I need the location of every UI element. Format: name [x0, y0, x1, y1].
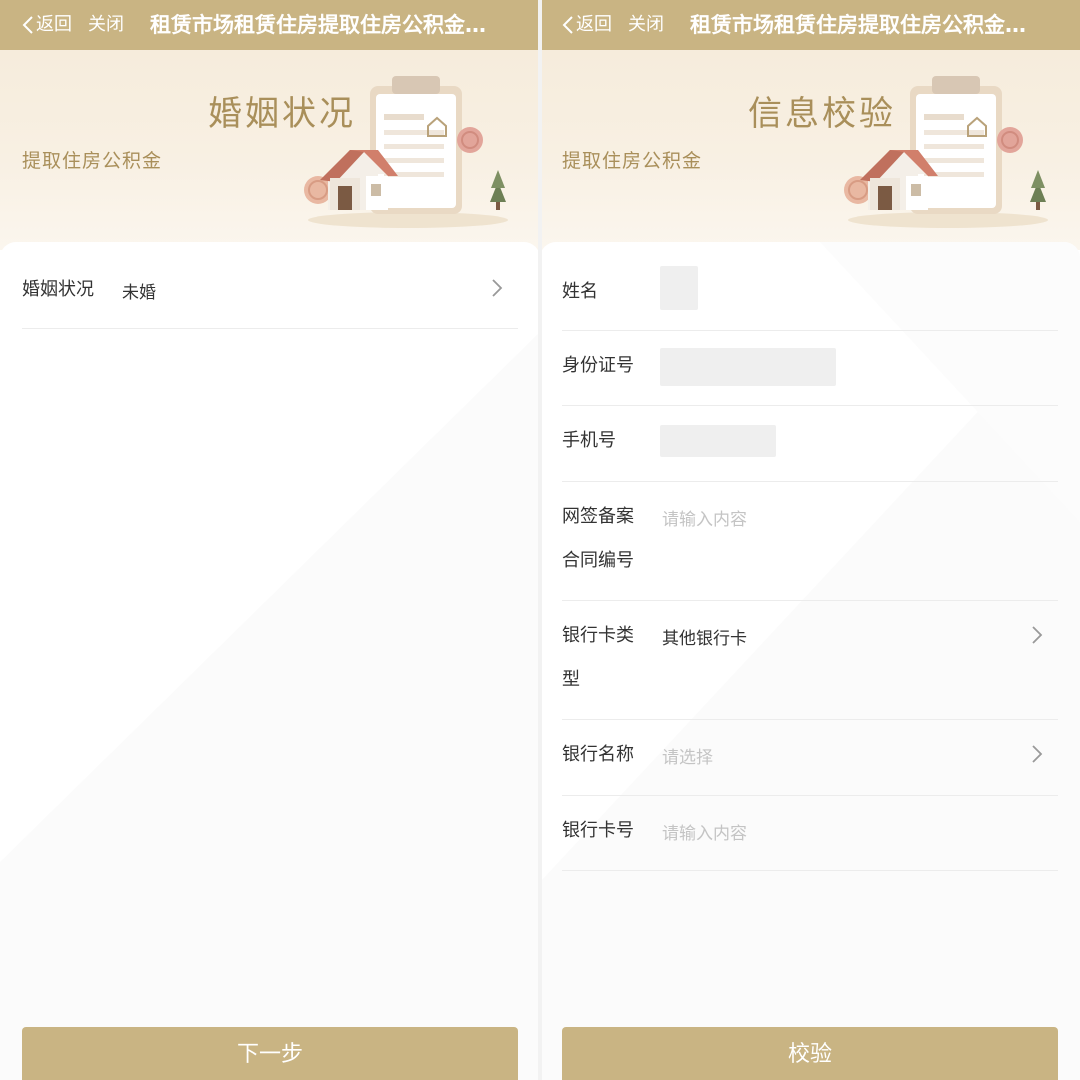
contract-label-line2: 合同编号	[562, 550, 634, 571]
chevron-right-icon	[492, 279, 503, 297]
clipboard-house-illustration	[304, 76, 508, 228]
next-step-button[interactable]: 下一步	[22, 1027, 518, 1080]
card-type-value: 其他银行卡	[662, 629, 747, 649]
back-label: 返回	[576, 14, 612, 35]
page-title: 租赁市场租赁住房提取住房公积金…	[150, 13, 486, 37]
banner-subtitle: 提取住房公积金	[22, 150, 163, 172]
bank-name-select[interactable]: 请选择	[662, 743, 713, 768]
contract-number-input[interactable]: 请输入内容	[662, 505, 747, 530]
nav-bar: 返回 关闭 租赁市场租赁住房提取住房公积金…	[0, 0, 540, 50]
back-button[interactable]: 返回	[22, 0, 72, 50]
card-number-label: 银行卡号	[562, 820, 634, 841]
close-button[interactable]: 关闭	[88, 0, 124, 50]
bank-name-label: 银行名称	[562, 744, 634, 765]
marital-status-label: 婚姻状况	[22, 279, 94, 300]
contract-number-row[interactable]: 网签备案 合同编号 请输入内容	[562, 481, 1058, 601]
banner-subtitle: 提取住房公积金	[562, 150, 703, 172]
banner: 婚姻状况 提取住房公积金	[0, 50, 540, 250]
verify-button[interactable]: 校验	[562, 1027, 1058, 1080]
form-card: 姓名 身份证号 手机号 网签备案 合同编号 请输入内容 银行卡类 型 其他银行卡…	[540, 242, 1080, 1080]
name-row[interactable]: 姓名	[562, 252, 1058, 331]
marital-status-value: 未婚	[122, 283, 156, 303]
chevron-left-icon	[22, 16, 33, 34]
name-label: 姓名	[562, 281, 598, 302]
info-verification-screen: 返回 关闭 租赁市场租赁住房提取住房公积金… 信息校验 提取住房公积金 姓名 身…	[540, 0, 1080, 1080]
card-number-row[interactable]: 银行卡号 请输入内容	[562, 795, 1058, 871]
banner: 信息校验 提取住房公积金	[540, 50, 1080, 250]
clipboard-house-illustration	[844, 76, 1048, 228]
card-type-label-line2: 型	[562, 669, 580, 690]
back-label: 返回	[36, 14, 72, 35]
close-button[interactable]: 关闭	[628, 0, 664, 50]
card-type-label-line1: 银行卡类	[562, 625, 634, 646]
marital-status-screen: 返回 关闭 租赁市场租赁住房提取住房公积金… 婚姻状况 提取住房公积金 婚姻状况…	[0, 0, 540, 1080]
back-button[interactable]: 返回	[562, 0, 612, 50]
chevron-left-icon	[562, 16, 573, 34]
panel-divider	[538, 0, 542, 1080]
background-decoration	[0, 332, 540, 1080]
phone-label: 手机号	[562, 430, 616, 451]
form-card: 婚姻状况 未婚	[0, 242, 540, 1080]
phone-value-redacted	[660, 425, 776, 457]
card-type-row[interactable]: 银行卡类 型 其他银行卡	[562, 600, 1058, 720]
id-number-row[interactable]: 身份证号	[562, 330, 1058, 406]
nav-bar: 返回 关闭 租赁市场租赁住房提取住房公积金…	[540, 0, 1080, 50]
page-title: 租赁市场租赁住房提取住房公积金…	[690, 13, 1026, 37]
marital-status-row[interactable]: 婚姻状况 未婚	[22, 266, 518, 329]
bank-name-row[interactable]: 银行名称 请选择	[562, 719, 1058, 796]
id-number-label: 身份证号	[562, 355, 634, 376]
chevron-right-icon	[1032, 745, 1043, 763]
contract-label-line1: 网签备案	[562, 506, 634, 527]
name-value-redacted	[660, 266, 698, 310]
id-number-value-redacted	[660, 348, 836, 386]
phone-row[interactable]: 手机号	[562, 405, 1058, 482]
card-number-input[interactable]: 请输入内容	[662, 819, 747, 844]
chevron-right-icon	[1032, 626, 1043, 644]
